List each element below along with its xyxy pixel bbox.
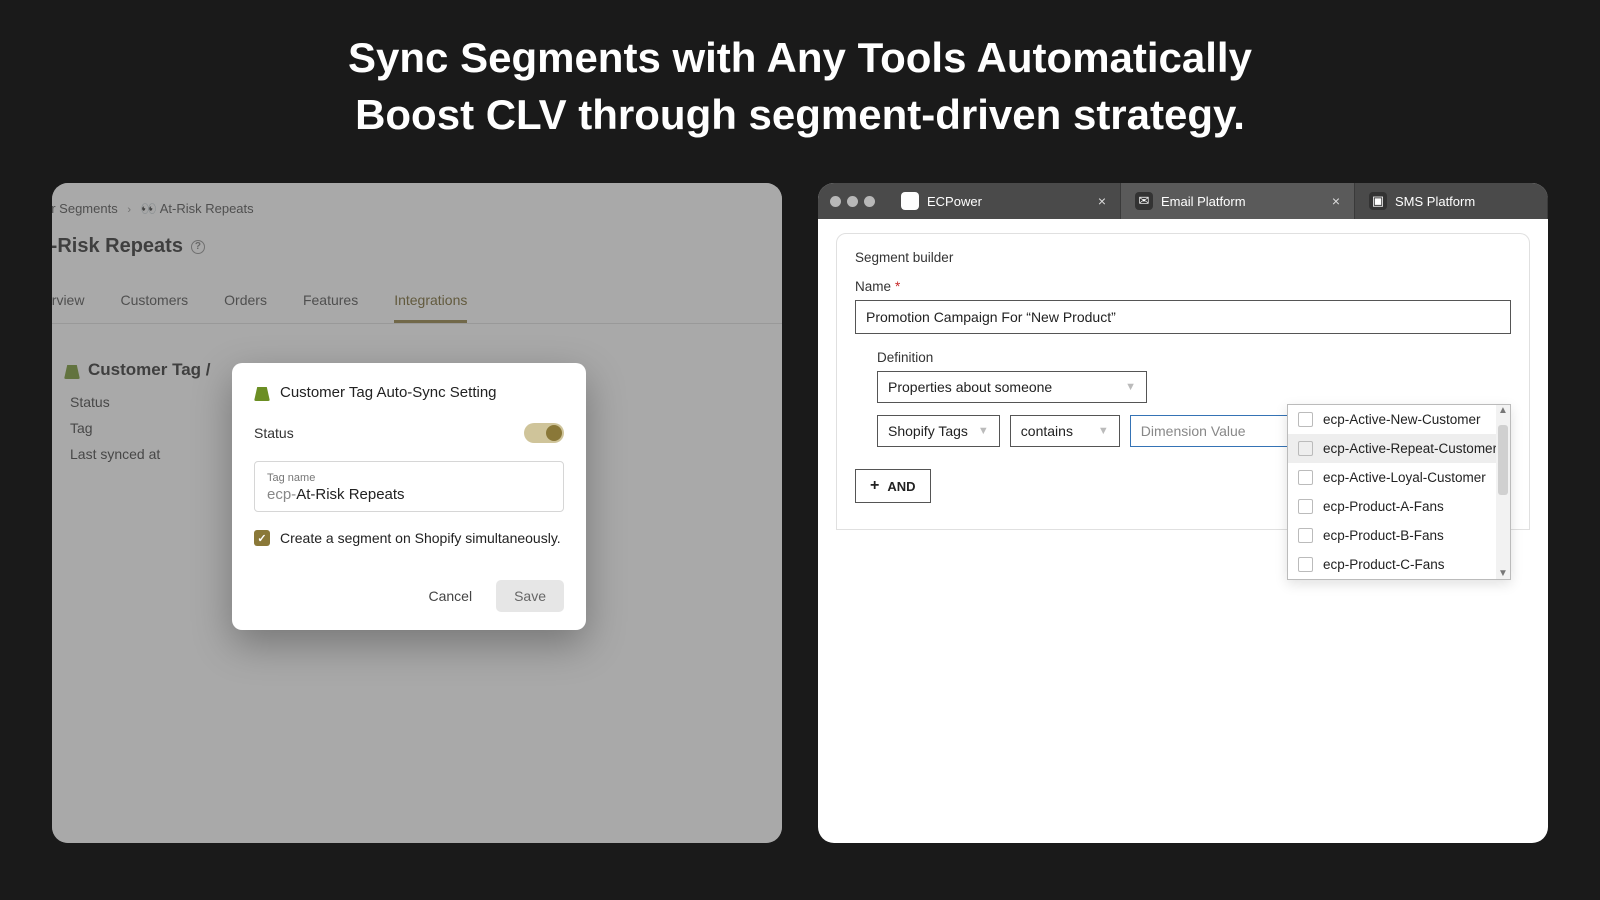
app-tab-email[interactable]: ✉ Email Platform × bbox=[1121, 183, 1355, 219]
status-toggle[interactable] bbox=[524, 423, 564, 443]
option-label: ecp-Active-New-Customer bbox=[1323, 412, 1481, 427]
option-label: ecp-Product-B-Fans bbox=[1323, 528, 1444, 543]
window-controls[interactable] bbox=[818, 183, 887, 219]
segment-builder: Segment builder Name* Definition Propert… bbox=[836, 233, 1530, 530]
dropdown-option[interactable]: ecp-Product-A-Fans bbox=[1288, 492, 1510, 521]
close-icon[interactable]: × bbox=[1098, 193, 1106, 209]
dropdown-option[interactable]: ecp-Product-C-Fans bbox=[1288, 550, 1510, 579]
modal-status-row: Status bbox=[254, 423, 564, 443]
tag-float-label: Tag name bbox=[267, 472, 551, 484]
app-tab-label: Email Platform bbox=[1161, 194, 1246, 209]
dimension-dropdown: ecp-Active-New-Customer ecp-Active-Repea… bbox=[1287, 404, 1511, 580]
checkbox-label: Create a segment on Shopify simultaneous… bbox=[280, 530, 561, 546]
app-tab-ecpower[interactable]: ◧ ECPower × bbox=[887, 183, 1121, 219]
chevron-down-icon: ▼ bbox=[1125, 381, 1136, 393]
create-segment-row[interactable]: Create a segment on Shopify simultaneous… bbox=[254, 530, 564, 546]
plus-icon: + bbox=[870, 478, 879, 494]
dropdown-option[interactable]: ecp-Active-Loyal-Customer bbox=[1288, 463, 1510, 492]
dropdown-scrollbar[interactable]: ▲ ▼ bbox=[1496, 405, 1510, 579]
chevron-down-icon: ▼ bbox=[978, 425, 989, 437]
name-label: Name* bbox=[855, 279, 1511, 294]
tag-value-text: At-Risk Repeats bbox=[296, 486, 404, 503]
field-select[interactable]: Shopify Tags ▼ bbox=[877, 415, 1000, 447]
option-label: ecp-Product-C-Fans bbox=[1323, 557, 1445, 572]
checkbox-empty-icon[interactable] bbox=[1298, 441, 1313, 456]
checkbox-empty-icon[interactable] bbox=[1298, 557, 1313, 572]
field-select-value: Shopify Tags bbox=[888, 423, 968, 439]
app-tab-label: ECPower bbox=[927, 194, 982, 209]
cancel-button[interactable]: Cancel bbox=[414, 580, 486, 612]
property-select-value: Properties about someone bbox=[888, 379, 1052, 395]
definition-label: Definition bbox=[877, 350, 1511, 365]
modal-title-row: Customer Tag Auto-Sync Setting bbox=[254, 383, 564, 401]
option-label: ecp-Product-A-Fans bbox=[1323, 499, 1444, 514]
checkbox-empty-icon[interactable] bbox=[1298, 412, 1313, 427]
app-tab-label: SMS Platform bbox=[1395, 194, 1475, 209]
panels-row: er Segments › 👀 At-Risk Repeats t-Risk R… bbox=[0, 163, 1600, 863]
status-label: Status bbox=[254, 425, 294, 441]
property-select[interactable]: Properties about someone ▼ bbox=[877, 371, 1147, 403]
modal-actions: Cancel Save bbox=[254, 580, 564, 612]
operator-select[interactable]: contains ▼ bbox=[1010, 415, 1120, 447]
dropdown-option[interactable]: ecp-Active-Repeat-Customer bbox=[1288, 434, 1510, 463]
create-segment-checkbox[interactable] bbox=[254, 530, 270, 546]
mail-icon: ✉ bbox=[1135, 192, 1153, 210]
option-label: ecp-Active-Repeat-Customer bbox=[1323, 441, 1497, 456]
tag-prefix: ecp- bbox=[267, 486, 296, 503]
checkbox-empty-icon[interactable] bbox=[1298, 499, 1313, 514]
dropdown-option[interactable]: ecp-Active-New-Customer bbox=[1288, 405, 1510, 434]
headline-line1: Sync Segments with Any Tools Automatical… bbox=[0, 30, 1600, 87]
ecpower-icon: ◧ bbox=[901, 192, 919, 210]
close-icon[interactable]: × bbox=[1332, 193, 1340, 209]
modal-title: Customer Tag Auto-Sync Setting bbox=[280, 384, 497, 401]
panel-left: er Segments › 👀 At-Risk Repeats t-Risk R… bbox=[52, 183, 782, 843]
tag-name-input[interactable]: Tag name ecp-At-Risk Repeats bbox=[254, 461, 564, 512]
dropdown-option[interactable]: ecp-Product-B-Fans bbox=[1288, 521, 1510, 550]
headline: Sync Segments with Any Tools Automatical… bbox=[0, 0, 1600, 163]
chat-icon: ▣ bbox=[1369, 192, 1387, 210]
save-button[interactable]: Save bbox=[496, 580, 564, 612]
app-tab-sms[interactable]: ▣ SMS Platform bbox=[1355, 183, 1548, 219]
app-tabbar: ◧ ECPower × ✉ Email Platform × ▣ SMS Pla… bbox=[818, 183, 1548, 219]
panel-right: ◧ ECPower × ✉ Email Platform × ▣ SMS Pla… bbox=[818, 183, 1548, 843]
headline-line2: Boost CLV through segment-driven strateg… bbox=[0, 87, 1600, 144]
segment-name-input[interactable] bbox=[855, 300, 1511, 334]
and-button[interactable]: + AND bbox=[855, 469, 931, 503]
builder-title: Segment builder bbox=[855, 250, 1511, 265]
and-label: AND bbox=[887, 479, 915, 494]
option-label: ecp-Active-Loyal-Customer bbox=[1323, 470, 1486, 485]
scroll-down-icon[interactable]: ▼ bbox=[1498, 568, 1508, 579]
scroll-up-icon[interactable]: ▲ bbox=[1498, 405, 1508, 416]
dimension-placeholder: Dimension Value bbox=[1141, 423, 1246, 439]
checkbox-empty-icon[interactable] bbox=[1298, 528, 1313, 543]
shopify-icon bbox=[254, 383, 270, 401]
chevron-down-icon: ▼ bbox=[1098, 425, 1109, 437]
autosync-modal: Customer Tag Auto-Sync Setting Status Ta… bbox=[232, 363, 586, 630]
tag-value: ecp-At-Risk Repeats bbox=[267, 486, 551, 503]
operator-select-value: contains bbox=[1021, 423, 1073, 439]
checkbox-empty-icon[interactable] bbox=[1298, 470, 1313, 485]
scroll-thumb[interactable] bbox=[1498, 425, 1508, 495]
